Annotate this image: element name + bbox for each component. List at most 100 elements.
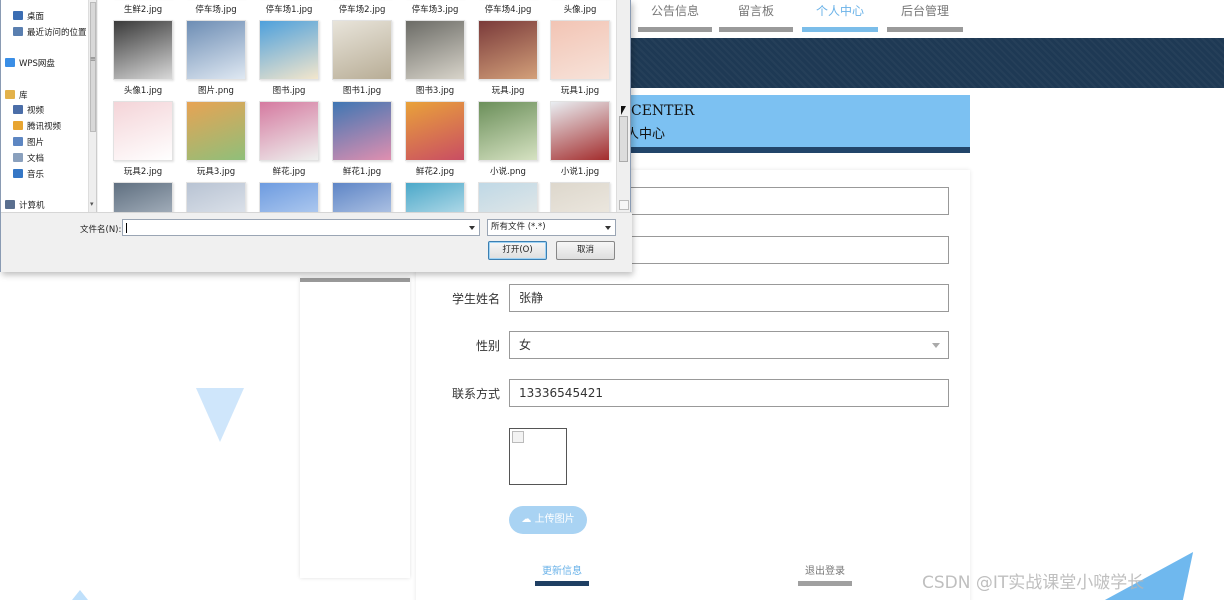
file-thumbnail xyxy=(550,101,610,161)
sidebar-item[interactable]: 腾讯视频 xyxy=(13,120,61,134)
nav-underline xyxy=(802,27,878,32)
file-thumbnail xyxy=(478,182,538,212)
open-button[interactable]: 打开(O) xyxy=(488,241,547,260)
file-name: 停车场.jpg xyxy=(195,5,237,15)
file-name: 鲜花2.jpg xyxy=(415,167,455,177)
watermark: CSDN @IT实战课堂小啵学长 xyxy=(922,573,1145,593)
avatar-preview xyxy=(509,428,567,485)
file-grid: 生鲜2.jpg 停车场.jpg 停车场1.jpg 停车场2.jpg 停车场3.jpg 停车… xyxy=(98,0,616,212)
sidebar-item-label: WPS网盘 xyxy=(19,59,55,69)
logout-button[interactable]: 退出登录 xyxy=(798,562,852,586)
cloud-icon xyxy=(5,58,15,67)
file-thumbnail xyxy=(186,20,246,80)
logout-label: 退出登录 xyxy=(805,566,845,577)
file-thumbnail xyxy=(405,20,465,80)
chevron-down-icon xyxy=(605,226,611,230)
update-info-button[interactable]: 更新信息 xyxy=(535,562,589,586)
file-name: 头像1.jpg xyxy=(123,86,163,96)
gender-label: 性别 xyxy=(475,339,500,353)
sidebar-scrollbar[interactable]: ≡ ▾ xyxy=(88,0,96,212)
documents-icon xyxy=(13,153,23,162)
sidebar-item-label: 视频 xyxy=(27,106,45,116)
nav-item-notice[interactable]: 公告信息 xyxy=(638,0,712,32)
sidebar-item-label: 最近访问的位置 xyxy=(27,28,87,38)
desktop-icon xyxy=(13,11,23,20)
sidebar-item[interactable]: 图片 xyxy=(13,136,44,150)
sidebar-item[interactable]: 库 xyxy=(5,89,28,103)
sidebar-item[interactable]: 桌面 xyxy=(13,10,44,24)
recent-icon xyxy=(13,27,23,36)
file-thumbnail xyxy=(186,182,246,212)
sidebar-item[interactable]: 音乐 xyxy=(13,168,44,182)
sidebar-item-label: 腾讯视频 xyxy=(27,122,62,132)
phone-field[interactable]: 13336545421 xyxy=(509,379,949,407)
sidebar-item-label: 桌面 xyxy=(27,12,45,22)
nav-item-messages[interactable]: 留言板 xyxy=(719,0,793,32)
nav-item-admin[interactable]: 后台管理 xyxy=(887,0,963,32)
tencent-video-icon xyxy=(13,121,23,130)
form-row-gender: 性别 女 xyxy=(416,331,970,359)
scroll-down-icon[interactable]: ▾ xyxy=(90,200,94,208)
file-thumbnail xyxy=(259,20,319,80)
decor-triangle xyxy=(72,590,88,600)
pictures-icon xyxy=(13,137,23,146)
filename-input[interactable] xyxy=(122,219,480,236)
header-banner xyxy=(628,38,1224,88)
cancel-button[interactable]: 取消 xyxy=(556,241,615,260)
file-thumbnail xyxy=(550,182,610,212)
sidebar-item[interactable]: 视频 xyxy=(13,104,44,118)
scrollbar-thumb[interactable] xyxy=(619,116,628,162)
file-name: 小说.png xyxy=(490,167,526,177)
upload-image-button[interactable]: ☁ 上传图片 xyxy=(509,506,587,534)
file-thumbnail xyxy=(259,182,319,212)
file-name: 小说1.jpg xyxy=(560,167,600,177)
chevron-down-icon xyxy=(932,343,940,348)
decor-triangle xyxy=(196,388,244,442)
file-thumbnail xyxy=(550,20,610,80)
scrollbar-thumb[interactable] xyxy=(90,2,96,132)
file-thumbnail xyxy=(113,101,173,161)
nav-item-label: 留言板 xyxy=(737,4,774,18)
scroll-down-icon[interactable] xyxy=(619,200,629,210)
file-name: 停车场1.jpg xyxy=(265,5,313,15)
text-cursor xyxy=(126,223,127,233)
upload-label: 上传图片 xyxy=(534,514,575,525)
file-thumbnail xyxy=(478,101,538,161)
nav-item-personal-center[interactable]: 个人中心 xyxy=(802,0,878,32)
grip-icon: ≡ xyxy=(90,55,96,63)
sidebar-item[interactable]: 最近访问的位置 xyxy=(13,26,87,40)
dialog-footer: 文件名(N): 所有文件 (*.*) 打开(O) 取消 xyxy=(1,212,632,272)
file-thumbnail xyxy=(259,101,319,161)
file-name: 玩具1.jpg xyxy=(560,86,600,96)
section-title-cn: 人中心 xyxy=(626,127,666,142)
left-menu-panel xyxy=(300,278,410,578)
sidebar-item[interactable]: 文档 xyxy=(13,152,44,166)
gender-value: 女 xyxy=(519,338,532,352)
video-icon xyxy=(13,105,23,114)
file-thumbnail xyxy=(113,182,173,212)
file-name: 图书3.jpg xyxy=(415,86,455,96)
filetype-select[interactable]: 所有文件 (*.*) xyxy=(487,219,616,236)
file-name: 鲜花1.jpg xyxy=(342,167,382,177)
sidebar-item[interactable]: 计算机 xyxy=(5,199,45,212)
file-thumbnail xyxy=(478,20,538,80)
library-icon xyxy=(5,90,15,99)
chevron-down-icon[interactable] xyxy=(469,226,475,230)
gender-select[interactable]: 女 xyxy=(509,331,949,359)
file-name: 生鲜2.jpg xyxy=(123,5,163,15)
student-name-field[interactable]: 张静 xyxy=(509,284,949,312)
file-name: 停车场3.jpg xyxy=(411,5,459,15)
file-name: 停车场4.jpg xyxy=(484,5,532,15)
button-underline xyxy=(798,581,852,586)
file-open-dialog: 桌面最近访问的位置 WPS网盘库视频腾讯视频图片文档音乐计算机 ≡ ▾ 生鲜2.j… xyxy=(0,0,632,272)
file-name: 鲜花.jpg xyxy=(272,167,306,177)
sidebar-item[interactable]: WPS网盘 xyxy=(5,57,55,71)
nav-item-label: 个人中心 xyxy=(815,4,864,18)
sidebar-item-label: 文档 xyxy=(27,154,45,164)
update-label: 更新信息 xyxy=(542,566,582,577)
section-title-box: CENTER 人中心 xyxy=(626,95,970,153)
file-name: 玩具3.jpg xyxy=(196,167,236,177)
cloud-upload-icon: ☁ xyxy=(521,514,532,525)
nav-item-label: 公告信息 xyxy=(650,4,699,18)
section-title-en: CENTER xyxy=(631,103,695,119)
